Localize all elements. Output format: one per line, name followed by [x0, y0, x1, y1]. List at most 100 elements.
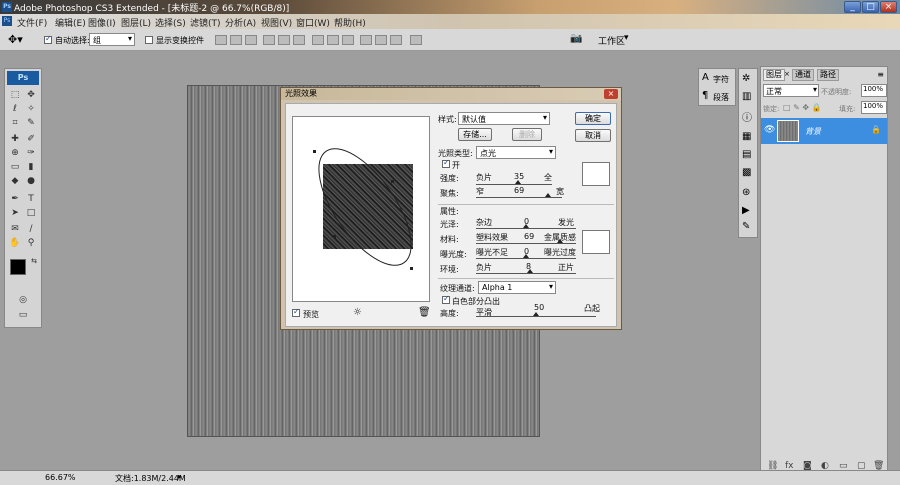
magic-wand-icon[interactable]: ✧: [24, 103, 38, 115]
menu-filter[interactable]: 滤镜(T): [190, 16, 221, 29]
pen-tool-icon[interactable]: ✒: [8, 193, 22, 205]
align-right-icon[interactable]: [293, 35, 305, 45]
cancel-button[interactable]: 取消: [575, 129, 611, 142]
close-tab-icon[interactable]: ×: [784, 70, 790, 78]
foreground-color-swatch[interactable]: [10, 259, 26, 275]
quick-mask-icon[interactable]: ◎: [16, 294, 30, 306]
ambience-color-swatch[interactable]: [582, 230, 610, 254]
distribute-top-icon[interactable]: [312, 35, 324, 45]
menu-help[interactable]: 帮助(H): [334, 16, 366, 29]
menu-layer[interactable]: 图层(L): [121, 16, 151, 29]
tab-channels[interactable]: 通道: [792, 69, 814, 81]
workspace-chevron-icon[interactable]: ▾: [624, 33, 629, 43]
align-left-icon[interactable]: [263, 35, 275, 45]
character-icon[interactable]: A: [702, 72, 709, 83]
history-brush-icon[interactable]: ✑: [24, 147, 38, 159]
height-slider[interactable]: [476, 312, 596, 317]
minimize-button[interactable]: _: [844, 1, 861, 13]
shape-tool-icon[interactable]: □: [24, 207, 38, 219]
auto-select-checkbox[interactable]: [44, 34, 52, 44]
gloss-thumb[interactable]: [523, 224, 529, 228]
tab-layers[interactable]: 图层: [763, 69, 785, 81]
info-icon[interactable]: ⓘ: [742, 109, 752, 124]
distribute-right-icon[interactable]: [390, 35, 402, 45]
tab-paths[interactable]: 路径: [817, 69, 839, 81]
light-on-checkbox[interactable]: [442, 158, 450, 168]
layer-row-background[interactable]: 👁 背景 🔒: [761, 118, 887, 144]
fill-input[interactable]: 100%: [861, 101, 887, 114]
height-thumb[interactable]: [533, 312, 539, 316]
healing-brush-icon[interactable]: ✚: [8, 133, 22, 145]
light-ellipse[interactable]: [293, 117, 431, 303]
crop-tool-icon[interactable]: ⌗: [8, 117, 22, 129]
workspace-button[interactable]: 工作区: [598, 34, 625, 47]
actions-icon[interactable]: ▶: [742, 205, 750, 216]
marquee-tool-icon[interactable]: ⬚: [8, 89, 22, 101]
intensity-thumb[interactable]: [514, 180, 521, 184]
preview-checkbox[interactable]: [292, 307, 300, 317]
lock-icons[interactable]: □ ✎ ✥ 🔒: [783, 103, 822, 112]
histogram-icon[interactable]: ▥: [742, 91, 751, 102]
brush-tool-icon[interactable]: ✐: [24, 133, 38, 145]
align-vcenter-icon[interactable]: [230, 35, 242, 45]
dodge-tool-icon[interactable]: ●: [24, 175, 38, 187]
intensity-slider[interactable]: [476, 180, 552, 185]
move-tool-icon[interactable]: ✥: [24, 89, 38, 101]
material-thumb[interactable]: [557, 239, 563, 243]
tool-presets-icon[interactable]: ✎: [742, 221, 750, 232]
status-menu-arrow-icon[interactable]: ▸: [178, 472, 182, 481]
light-type-dropdown[interactable]: 点光 ▾: [476, 146, 556, 159]
eye-visibility-icon[interactable]: 👁: [764, 125, 775, 135]
dialog-close-button[interactable]: ×: [604, 89, 618, 99]
menu-file[interactable]: 文件(F): [17, 16, 47, 29]
zoom-level[interactable]: 66.67%: [45, 473, 76, 482]
maximize-button[interactable]: □: [862, 1, 879, 13]
notes-tool-icon[interactable]: ✉: [8, 223, 22, 235]
align-top-icon[interactable]: [215, 35, 227, 45]
style-dropdown[interactable]: 默认值 ▾: [458, 112, 550, 125]
screen-mode-icon[interactable]: ▭: [16, 309, 30, 321]
delete-button[interactable]: 删除: [512, 128, 542, 141]
align-hcenter-icon[interactable]: [278, 35, 290, 45]
stamp-tool-icon[interactable]: ⊕: [8, 147, 22, 159]
light-bulb-icon[interactable]: ☼: [353, 307, 362, 318]
ambience-slider[interactable]: [476, 269, 576, 274]
distribute-bottom-icon[interactable]: [342, 35, 354, 45]
auto-align-icon[interactable]: [410, 35, 422, 45]
material-slider[interactable]: [476, 239, 576, 244]
menu-analysis[interactable]: 分析(A): [225, 16, 256, 29]
styles-icon[interactable]: ▩: [742, 167, 751, 178]
menu-select[interactable]: 选择(S): [155, 16, 186, 29]
paragraph-label[interactable]: 段落: [713, 92, 729, 103]
character-label[interactable]: 字符: [713, 74, 729, 85]
show-transform-checkbox[interactable]: [145, 36, 153, 44]
history-icon[interactable]: ⊛: [742, 187, 750, 198]
type-tool-icon[interactable]: T: [24, 193, 38, 205]
menu-image[interactable]: 图像(I): [88, 16, 116, 29]
hand-tool-icon[interactable]: ✋: [8, 237, 22, 249]
white-high-checkbox[interactable]: [442, 294, 450, 304]
texture-dropdown[interactable]: Alpha 1 ▾: [478, 281, 556, 294]
preview-area[interactable]: [292, 116, 430, 302]
camera-icon[interactable]: 📷: [570, 33, 582, 44]
zoom-tool-icon[interactable]: ⚲: [24, 237, 38, 249]
eraser-tool-icon[interactable]: ▭: [8, 161, 22, 173]
ambience-thumb[interactable]: [527, 269, 533, 273]
gradient-tool-icon[interactable]: ▮: [24, 161, 38, 173]
distribute-hcenter-icon[interactable]: [375, 35, 387, 45]
eyedropper-icon[interactable]: ✎: [24, 117, 38, 129]
menu-view[interactable]: 视图(V): [261, 16, 292, 29]
distribute-vcenter-icon[interactable]: [327, 35, 339, 45]
auto-select-dropdown[interactable]: 组 ▾: [89, 33, 135, 46]
path-select-icon[interactable]: ➤: [8, 207, 22, 219]
lasso-tool-icon[interactable]: ℓ: [8, 103, 22, 115]
trash-icon[interactable]: 🗑: [418, 307, 431, 318]
close-button[interactable]: ×: [880, 1, 897, 13]
distribute-left-icon[interactable]: [360, 35, 372, 45]
blend-mode-dropdown[interactable]: 正常 ▾: [763, 84, 819, 97]
align-bottom-icon[interactable]: [245, 35, 257, 45]
layer-name[interactable]: 背景: [805, 126, 821, 137]
menu-edit[interactable]: 编辑(E): [55, 16, 86, 29]
light-color-swatch[interactable]: [582, 162, 610, 186]
menu-window[interactable]: 窗口(W): [296, 16, 330, 29]
